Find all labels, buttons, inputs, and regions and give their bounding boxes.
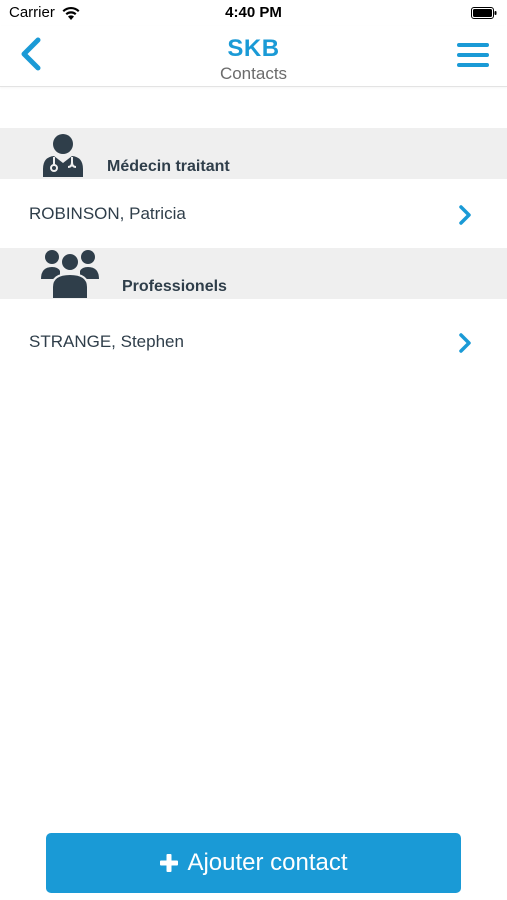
contact-row-robinson[interactable]: ROBINSON, Patricia (0, 180, 507, 248)
chevron-right-icon (459, 333, 471, 353)
status-bar: Carrier 4:40 PM (0, 0, 507, 26)
chevron-right-icon (459, 205, 471, 225)
contact-row-strange[interactable]: STRANGE, Stephen (0, 308, 507, 376)
battery-icon (471, 7, 497, 19)
add-contact-label: Ajouter contact (187, 849, 348, 876)
section-header-doctor: Médecin traitant (0, 128, 507, 179)
add-contact-button[interactable]: Ajouter contact (46, 833, 461, 893)
menu-button[interactable] (455, 40, 491, 70)
navigation-bar: SKB Contacts (0, 26, 507, 87)
section-header-professionals: Professionels (0, 248, 507, 299)
section-label-professionals: Professionels (122, 278, 227, 295)
contact-name: ROBINSON, Patricia (29, 204, 186, 223)
group-icon (41, 250, 99, 299)
doctor-icon (43, 134, 83, 177)
page-subtitle: Contacts (219, 64, 288, 83)
contact-name: STRANGE, Stephen (29, 332, 184, 351)
clock: 4:40 PM (225, 4, 282, 21)
page-title: SKB (227, 35, 280, 62)
plus-icon (160, 854, 179, 872)
section-label-doctor: Médecin traitant (107, 158, 230, 175)
